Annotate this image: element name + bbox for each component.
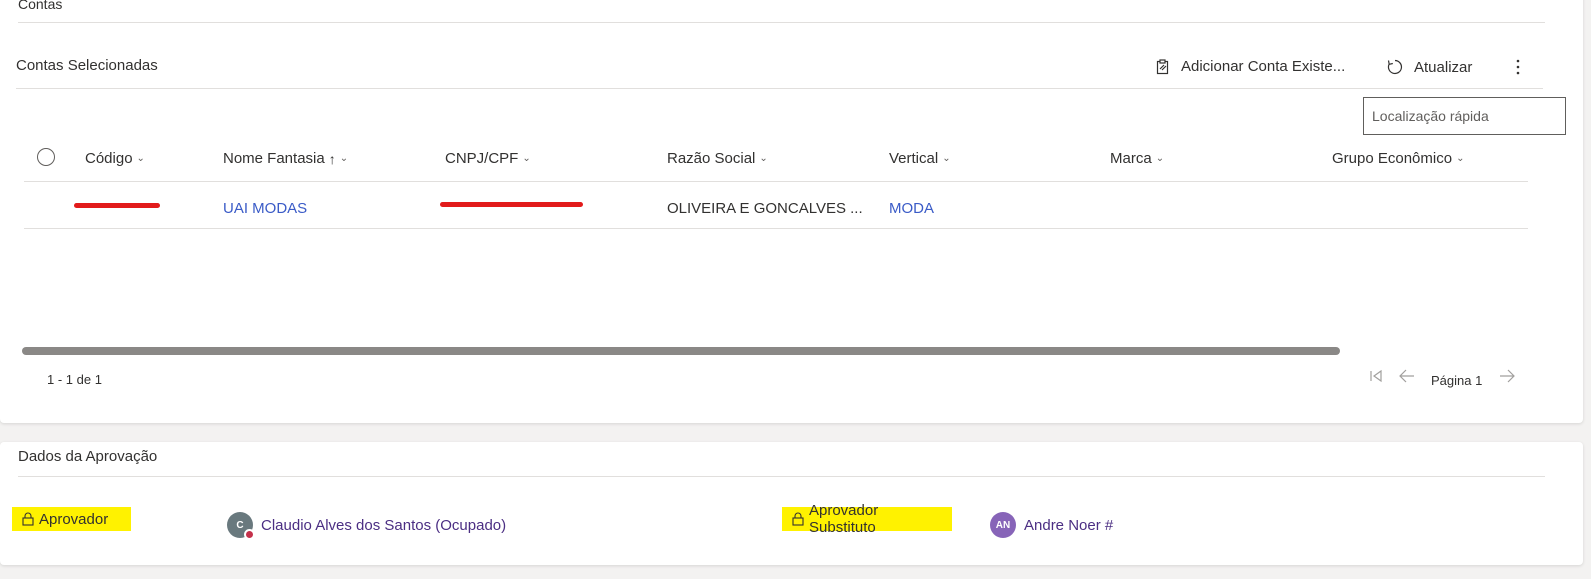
more-vertical-icon bbox=[1512, 58, 1524, 76]
grid-title: Contas Selecionadas bbox=[16, 57, 158, 74]
approver-name-link[interactable]: Claudio Alves dos Santos (Ocupado) bbox=[261, 517, 506, 534]
column-header-nome-fantasia[interactable]: Nome Fantasia ↑ ⌄ bbox=[223, 150, 348, 167]
cell-nome-fantasia-link[interactable]: UAI MODAS bbox=[223, 200, 307, 217]
redaction-mark bbox=[440, 202, 583, 207]
cell-vertical-link[interactable]: MODA bbox=[889, 200, 934, 217]
select-all-checkbox[interactable] bbox=[37, 148, 55, 166]
sort-ascending-icon: ↑ bbox=[328, 150, 336, 167]
next-page-icon[interactable] bbox=[1498, 368, 1516, 389]
avatar: AN bbox=[990, 512, 1016, 538]
presence-busy-icon bbox=[244, 529, 255, 540]
chevron-down-icon: ⌄ bbox=[942, 153, 951, 164]
avatar: C bbox=[227, 512, 255, 540]
previous-page-icon[interactable] bbox=[1398, 368, 1416, 389]
lock-icon bbox=[792, 512, 804, 526]
refresh-icon bbox=[1386, 58, 1404, 76]
redaction-mark bbox=[74, 203, 160, 208]
section-title-contas: Contas bbox=[18, 0, 63, 12]
approver-lookup[interactable]: C Claudio Alves dos Santos (Ocupado) bbox=[227, 512, 506, 540]
substitute-approver-label: Aprovador Substituto bbox=[782, 502, 952, 536]
section-title-approval: Dados da Aprovação bbox=[18, 448, 158, 465]
approver-label: Aprovador bbox=[12, 507, 131, 531]
column-header-cnpj-cpf[interactable]: CNPJ/CPF ⌄ bbox=[445, 150, 531, 167]
grid-header-divider bbox=[16, 88, 1543, 89]
more-commands-button[interactable] bbox=[1512, 58, 1524, 76]
column-header-marca[interactable]: Marca ⌄ bbox=[1110, 150, 1164, 167]
chevron-down-icon: ⌄ bbox=[1155, 153, 1165, 164]
chevron-down-icon: ⌄ bbox=[522, 153, 531, 164]
column-header-vertical[interactable]: Vertical ⌄ bbox=[889, 150, 951, 167]
row-divider bbox=[24, 228, 1528, 229]
chevron-down-icon: ⌄ bbox=[339, 153, 349, 164]
horizontal-scrollbar[interactable] bbox=[22, 347, 1340, 355]
chevron-down-icon: ⌄ bbox=[136, 153, 145, 164]
add-existing-account-label: Adicionar Conta Existe... bbox=[1181, 58, 1346, 75]
refresh-label: Atualizar bbox=[1414, 58, 1473, 76]
quick-find-input[interactable] bbox=[1363, 97, 1566, 135]
lock-icon bbox=[22, 512, 34, 526]
chevron-down-icon: ⌄ bbox=[1456, 153, 1465, 164]
record-count: 1 - 1 de 1 bbox=[47, 372, 102, 387]
page-indicator: Página 1 bbox=[1431, 373, 1483, 388]
refresh-button[interactable]: Atualizar bbox=[1386, 58, 1472, 76]
cell-razao-social: OLIVEIRA E GONCALVES ... bbox=[667, 200, 863, 217]
column-header-razao-social[interactable]: Razão Social ⌄ bbox=[667, 150, 768, 167]
approval-section bbox=[0, 442, 1583, 565]
substitute-approver-name-link[interactable]: Andre Noer # bbox=[1024, 517, 1113, 534]
section-divider bbox=[18, 476, 1545, 477]
first-page-icon[interactable] bbox=[1368, 368, 1384, 389]
add-existing-account-button[interactable]: Adicionar Conta Existe... bbox=[1155, 58, 1345, 75]
chevron-down-icon: ⌄ bbox=[759, 153, 768, 164]
column-header-codigo[interactable]: Código ⌄ bbox=[85, 150, 145, 167]
column-header-grupo-economico[interactable]: Grupo Econômico ⌄ bbox=[1332, 150, 1464, 167]
substitute-approver-lookup[interactable]: AN Andre Noer # bbox=[990, 512, 1113, 538]
section-divider bbox=[18, 22, 1545, 23]
clipboard-add-icon bbox=[1155, 58, 1171, 75]
